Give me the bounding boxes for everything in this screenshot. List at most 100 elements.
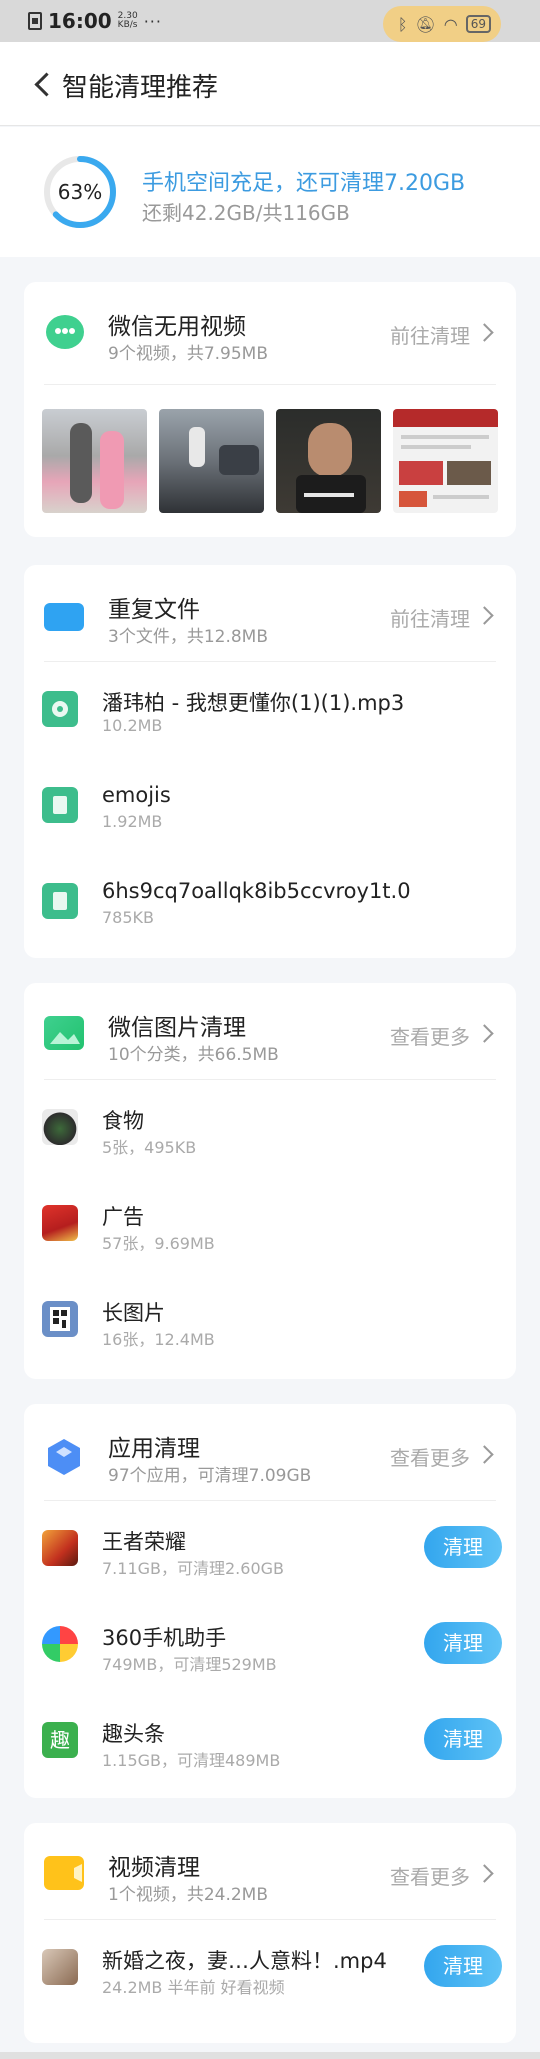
wechat-images-header[interactable]: 微信图片清理 10个分类，共66.5MB 查看更多 xyxy=(24,983,516,1083)
video-camera-icon xyxy=(44,1856,84,1890)
video-name: 新婚之夜，妻…人意料！.mp4 xyxy=(102,1949,387,1973)
video-thumbnail[interactable] xyxy=(42,409,147,513)
wechat-video-card: 微信无用视频 9个视频，共7.95MB 前往清理 xyxy=(24,282,516,537)
file-size: 1.92MB xyxy=(102,812,163,831)
list-item[interactable]: 趣 趣头条 1.15GB，可清理489MB 清理 xyxy=(24,1692,516,1788)
back-icon[interactable] xyxy=(30,69,60,99)
bottom-edge xyxy=(0,2052,540,2059)
storage-headline: 手机空间充足，还可清理7.20GB xyxy=(142,171,466,196)
clean-button[interactable]: 清理 xyxy=(424,1622,502,1664)
wechat-video-subtitle: 9个视频，共7.95MB xyxy=(108,344,268,364)
list-item[interactable]: 6hs9cq7oallqk8ib5ccvroy1t.0 785KB xyxy=(24,853,516,949)
app-name: 王者荣耀 xyxy=(102,1530,186,1554)
file-name: emojis xyxy=(102,783,171,807)
chevron-right-icon[interactable] xyxy=(478,1865,494,1881)
video-detail: 24.2MB 半年前 好看视频 xyxy=(102,1978,285,1997)
app-name: 趣头条 xyxy=(102,1722,165,1746)
file-name: 6hs9cq7oallqk8ib5ccvroy1t.0 xyxy=(102,879,411,903)
sim-icon xyxy=(28,12,42,30)
long-image-category-thumbnail xyxy=(42,1301,78,1337)
list-item[interactable]: 潘玮柏 - 我想更懂你(1)(1).mp3 10.2MB xyxy=(24,661,516,757)
ad-category-thumbnail xyxy=(42,1205,78,1241)
list-item[interactable]: 王者荣耀 7.11GB，可清理2.60GB 清理 xyxy=(24,1500,516,1596)
video-thumbnail[interactable] xyxy=(393,409,498,513)
document-file-icon xyxy=(42,787,78,823)
app-detail: 1.15GB，可清理489MB xyxy=(102,1751,281,1770)
food-category-thumbnail xyxy=(42,1109,78,1145)
video-clean-see-more-link[interactable]: 查看更多 xyxy=(390,1861,470,1890)
duplicate-files-header[interactable]: 重复文件 3个文件，共12.8MB 前往清理 xyxy=(24,565,516,665)
category-name: 食物 xyxy=(102,1109,144,1133)
category-detail: 16张，12.4MB xyxy=(102,1330,215,1349)
chevron-right-icon[interactable] xyxy=(478,607,494,623)
duplicate-files-card: 重复文件 3个文件，共12.8MB 前往清理 潘玮柏 - 我想更懂你(1)(1)… xyxy=(24,565,516,958)
app-clean-see-more-link[interactable]: 查看更多 xyxy=(390,1442,470,1471)
folder-icon xyxy=(44,603,84,631)
file-size: 785KB xyxy=(102,908,155,927)
list-item[interactable]: 新婚之夜，妻…人意料！.mp4 24.2MB 半年前 好看视频 清理 xyxy=(24,1919,516,2015)
file-name: 潘玮柏 - 我想更懂你(1)(1).mp3 xyxy=(102,691,405,715)
chevron-right-icon[interactable] xyxy=(478,324,494,340)
app-detail: 7.11GB，可清理2.60GB xyxy=(102,1559,285,1578)
wechat-images-subtitle: 10个分类，共66.5MB xyxy=(108,1045,279,1065)
wifi-icon: ◠ xyxy=(443,14,458,34)
app-name: 360手机助手 xyxy=(102,1626,227,1650)
app-clean-title: 应用清理 xyxy=(108,1436,200,1462)
video-clean-title: 视频清理 xyxy=(108,1855,200,1881)
wechat-video-go-clean-link[interactable]: 前往清理 xyxy=(390,320,470,349)
video-clean-header[interactable]: 视频清理 1个视频，共24.2MB 查看更多 xyxy=(24,1823,516,1923)
category-name: 广告 xyxy=(102,1205,144,1229)
category-name: 长图片 xyxy=(102,1301,165,1325)
divider xyxy=(44,384,496,385)
video-thumbnails xyxy=(42,409,512,513)
storage-detail: 还剩42.2GB/共116GB xyxy=(142,201,350,225)
page-title: 智能清理推荐 xyxy=(62,73,219,103)
storage-summary: 63% 手机空间充足，还可清理7.20GB 还剩42.2GB/共116GB xyxy=(0,127,540,257)
duplicate-files-title: 重复文件 xyxy=(108,597,200,623)
wechat-images-title: 微信图片清理 xyxy=(108,1015,246,1041)
video-thumbnail[interactable] xyxy=(276,409,381,513)
music-file-icon xyxy=(42,691,78,727)
image-gallery-icon xyxy=(44,1016,84,1050)
status-bar: 16:00 2.30 KB/s ··· ᛒ 🔕︎ ◠ 69 xyxy=(0,0,540,42)
chevron-right-icon[interactable] xyxy=(478,1446,494,1462)
qutoutiao-app-icon: 趣 xyxy=(42,1722,78,1758)
network-speed: 2.30 KB/s xyxy=(118,12,138,30)
duplicate-files-subtitle: 3个文件，共12.8MB xyxy=(108,627,268,647)
video-thumbnail xyxy=(42,1949,78,1985)
wechat-images-card: 微信图片清理 10个分类，共66.5MB 查看更多 食物 5张，495KB 广告… xyxy=(24,983,516,1379)
video-clean-card: 视频清理 1个视频，共24.2MB 查看更多 新婚之夜，妻…人意料！.mp4 2… xyxy=(24,1823,516,2043)
bluetooth-icon: ᛒ xyxy=(397,14,408,34)
app-hexagon-icon xyxy=(44,1437,84,1475)
storage-percent: 63% xyxy=(57,180,103,204)
list-item[interactable]: 长图片 16张，12.4MB xyxy=(24,1271,516,1367)
honor-of-kings-app-icon xyxy=(42,1530,78,1566)
video-clean-subtitle: 1个视频，共24.2MB xyxy=(108,1885,268,1905)
wechat-images-see-more-link[interactable]: 查看更多 xyxy=(390,1021,470,1050)
app-clean-subtitle: 97个应用，可清理7.09GB xyxy=(108,1466,312,1486)
clean-button[interactable]: 清理 xyxy=(424,1945,502,1987)
more-notifications-icon: ··· xyxy=(143,11,162,31)
category-detail: 57张，9.69MB xyxy=(102,1234,215,1253)
wechat-chat-icon xyxy=(46,315,84,349)
chevron-right-icon[interactable] xyxy=(478,1025,494,1041)
status-icons: ᛒ 🔕︎ ◠ 69 xyxy=(383,6,501,42)
document-file-icon xyxy=(42,883,78,919)
clean-button[interactable]: 清理 xyxy=(424,1526,502,1568)
status-left: 16:00 2.30 KB/s ··· xyxy=(28,9,162,33)
video-thumbnail[interactable] xyxy=(159,409,264,513)
network-speed-unit: KB/s xyxy=(117,20,138,30)
360-assistant-app-icon xyxy=(42,1626,78,1662)
app-clean-card: 应用清理 97个应用，可清理7.09GB 查看更多 王者荣耀 7.11GB，可清… xyxy=(24,1404,516,1798)
wechat-video-title: 微信无用视频 xyxy=(108,314,246,340)
list-item[interactable]: 360手机助手 749MB，可清理529MB 清理 xyxy=(24,1596,516,1692)
list-item[interactable]: 食物 5张，495KB xyxy=(24,1079,516,1175)
list-item[interactable]: emojis 1.92MB xyxy=(24,757,516,853)
app-clean-header[interactable]: 应用清理 97个应用，可清理7.09GB 查看更多 xyxy=(24,1404,516,1504)
duplicate-files-go-clean-link[interactable]: 前往清理 xyxy=(390,603,470,632)
list-item[interactable]: 广告 57张，9.69MB xyxy=(24,1175,516,1271)
clean-button[interactable]: 清理 xyxy=(424,1718,502,1760)
battery-icon: 69 xyxy=(465,15,491,33)
wechat-video-header[interactable]: 微信无用视频 9个视频，共7.95MB 前往清理 xyxy=(24,282,516,382)
mute-icon: 🔕︎ xyxy=(415,14,436,34)
